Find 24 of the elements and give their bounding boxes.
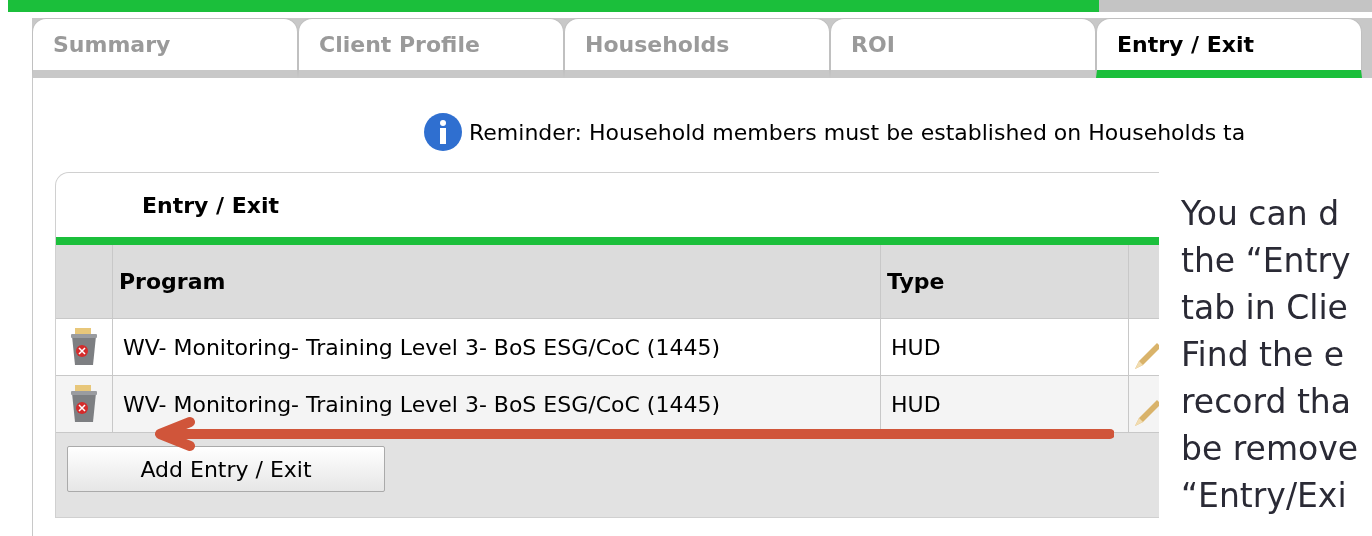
type-cell: HUD: [881, 319, 1129, 375]
program-cell: WV- Monitoring- Training Level 3- BoS ESG/CoC (1445): [113, 376, 881, 432]
instruction-text: You can d: [1181, 193, 1341, 235]
instruction-text: record tha: [1181, 381, 1352, 423]
instruction-text: tab in Clie: [1181, 287, 1349, 329]
reminder-text: Reminder: Household members must be established on Households ta: [469, 118, 1246, 147]
tab[interactable]: Households: [564, 18, 830, 78]
program-cell: WV- Monitoring- Training Level 3- BoS ESG/CoC (1445): [113, 319, 881, 375]
tab[interactable]: Entry / Exit: [1096, 18, 1362, 78]
trash-can-icon[interactable]: [69, 327, 99, 367]
instruction-text: be remove: [1181, 428, 1359, 470]
instruction-text: “Entry/Exi: [1181, 475, 1348, 517]
info-icon: [423, 112, 463, 152]
add-entry-exit-button[interactable]: Add Entry / Exit: [67, 446, 385, 492]
tab[interactable]: Client Profile: [298, 18, 564, 78]
trash-can-icon[interactable]: [69, 384, 99, 424]
panel-title: Entry / Exit: [142, 191, 280, 220]
tab[interactable]: ROI: [830, 18, 1096, 78]
type-cell: HUD: [881, 376, 1129, 432]
tab[interactable]: Summary: [32, 18, 298, 78]
column-header: Type: [881, 245, 1129, 318]
instruction-text: the “Entry: [1181, 240, 1352, 282]
column-header: Program: [113, 245, 881, 318]
instruction-text: Find the e: [1181, 334, 1346, 376]
